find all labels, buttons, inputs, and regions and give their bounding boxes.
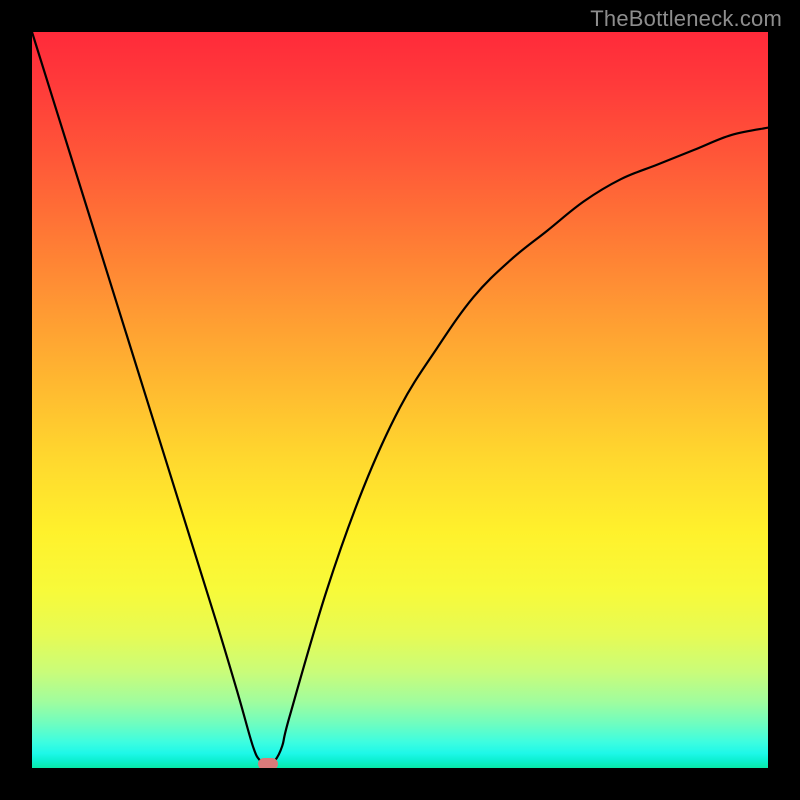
bottleneck-curve [32, 32, 768, 768]
optimal-point-marker [258, 758, 278, 768]
chart-frame: TheBottleneck.com [0, 0, 800, 800]
plot-area [32, 32, 768, 768]
watermark-text: TheBottleneck.com [590, 6, 782, 32]
